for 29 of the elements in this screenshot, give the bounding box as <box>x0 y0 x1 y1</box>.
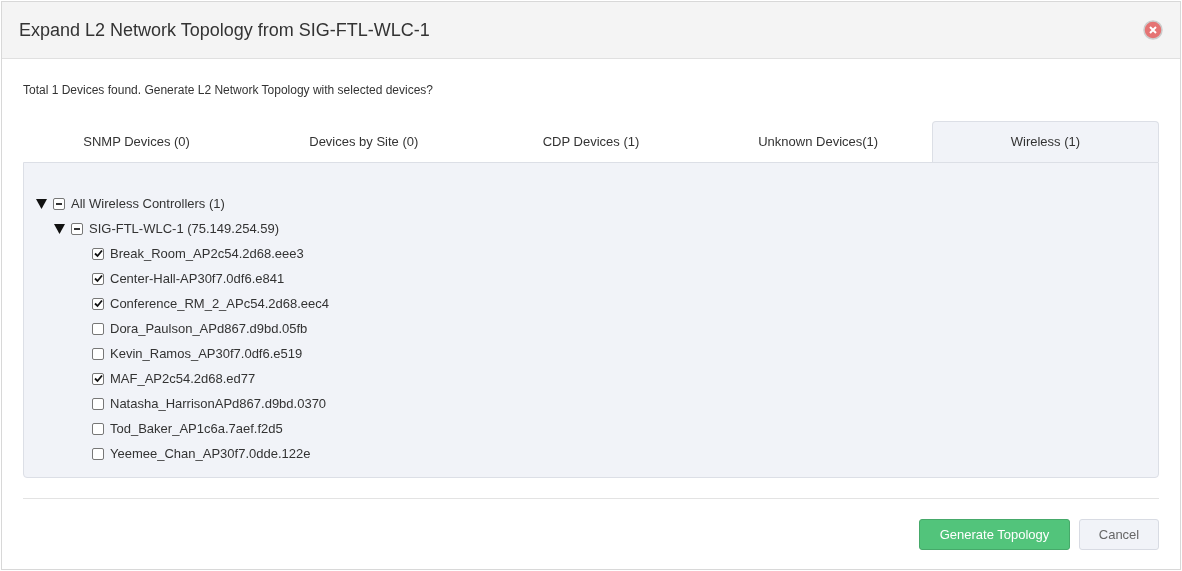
cancel-button[interactable]: Cancel <box>1079 519 1159 550</box>
checkbox[interactable] <box>92 422 104 435</box>
tab[interactable]: Wireless (1) <box>931 121 1159 162</box>
checkbox[interactable] <box>92 297 104 310</box>
tree-item-label[interactable]: Break_Room_AP2c54.2d68.eee3 <box>110 243 304 264</box>
expand-triangle-icon[interactable] <box>54 223 65 234</box>
tree-item-label[interactable]: Natasha_HarrisonAPd867.d9bd.0370 <box>110 393 327 414</box>
checkbox[interactable] <box>92 272 104 285</box>
dialog-message: Total 1 Devices found. Generate L2 Network Topology with selected devices? <box>23 82 434 99</box>
tree-item-label[interactable]: Dora_Paulson_APd867.d9bd.05fb <box>110 318 308 339</box>
tree-item-label[interactable]: MAF_AP2c54.2d68.ed77 <box>110 368 256 389</box>
checkbox[interactable] <box>92 247 104 260</box>
tree-item-label[interactable]: Yeemee_Chan_AP30f7.0dde.122e <box>110 443 311 464</box>
tree-item-label[interactable]: Center-Hall-AP30f7.0df6.e841 <box>110 268 285 289</box>
tree-item-label[interactable]: Tod_Baker_AP1c6a.7aef.f2d5 <box>110 418 283 439</box>
tree-item-label[interactable]: All Wireless Controllers (1) <box>71 193 225 214</box>
checkbox[interactable] <box>71 222 83 235</box>
checkbox[interactable] <box>92 347 104 360</box>
dialog-title: Expand L2 Network Topology from SIG-FTL-WLC-1 <box>19 18 430 42</box>
tree-item-label[interactable]: Conference_RM_2_APc54.2d68.eec4 <box>110 293 329 314</box>
close-icon[interactable] <box>1143 20 1163 40</box>
checkbox[interactable] <box>53 197 65 210</box>
checkbox[interactable] <box>92 447 104 460</box>
checkbox[interactable] <box>92 372 104 385</box>
tree-item-label[interactable]: Kevin_Ramos_AP30f7.0df6.e519 <box>110 343 303 364</box>
checkbox[interactable] <box>92 397 104 410</box>
expand-triangle-icon[interactable] <box>36 198 47 209</box>
tree-item-label[interactable]: SIG-FTL-WLC-1 (75.149.254.59) <box>89 218 280 239</box>
checkbox[interactable] <box>92 322 104 335</box>
